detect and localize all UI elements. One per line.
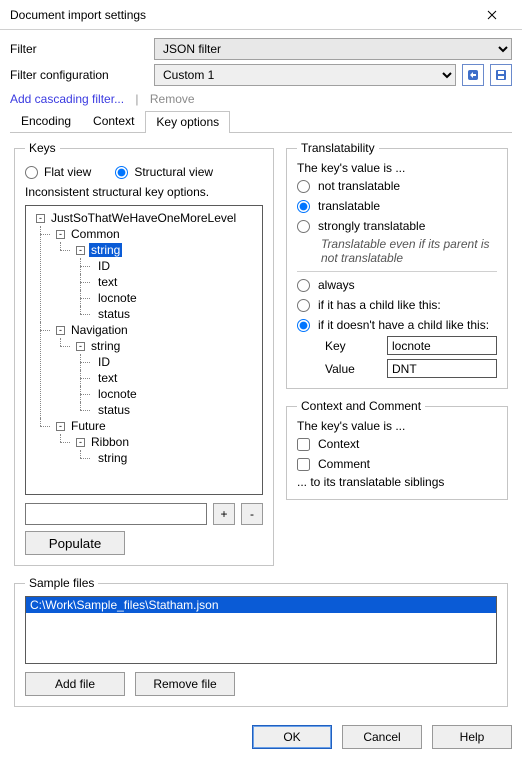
child-key-input[interactable]	[387, 336, 497, 355]
tree-leaf[interactable]: ID	[92, 354, 260, 370]
context-checkbox[interactable]: Context	[297, 437, 497, 451]
tab-key-options[interactable]: Key options	[145, 111, 230, 133]
help-button[interactable]: Help	[432, 725, 512, 749]
translatability-legend: Translatability	[297, 141, 379, 155]
apply-config-icon[interactable]	[462, 64, 484, 86]
filter-config-select[interactable]: Custom 1	[154, 64, 456, 86]
collapse-icon[interactable]: -	[36, 214, 45, 223]
flat-view-radio[interactable]: Flat view	[25, 165, 91, 179]
context-intro: The key's value is ...	[297, 419, 497, 433]
sample-files-legend: Sample files	[25, 576, 98, 590]
keys-tree[interactable]: -JustSoThatWeHaveOneMoreLevel -Common -s…	[25, 205, 263, 495]
sample-files-list[interactable]: C:\Work\Sample_files\Statham.json	[25, 596, 497, 664]
tree-leaf[interactable]: status	[92, 306, 260, 322]
structural-view-radio[interactable]: Structural view	[115, 165, 213, 179]
collapse-icon[interactable]: -	[76, 342, 85, 351]
filter-label: Filter	[10, 42, 148, 56]
save-config-icon[interactable]	[490, 64, 512, 86]
tree-node[interactable]: -JustSoThatWeHaveOneMoreLevel -Common -s…	[32, 210, 260, 466]
tree-node[interactable]: -Future -Ribbon string	[52, 418, 260, 466]
populate-button[interactable]: Populate	[25, 531, 125, 555]
link-separator: |	[135, 92, 138, 106]
translatability-intro: The key's value is ...	[297, 161, 497, 175]
tree-leaf[interactable]: ID	[92, 258, 260, 274]
add-key-button[interactable]: +	[213, 503, 235, 525]
strongly-translatable-radio[interactable]: strongly translatable	[297, 219, 497, 233]
collapse-icon[interactable]: -	[56, 422, 65, 431]
child-key-label: Key	[325, 339, 377, 353]
filter-select[interactable]: JSON filter	[154, 38, 512, 60]
tree-leaf[interactable]: string	[92, 450, 260, 466]
cancel-button[interactable]: Cancel	[342, 725, 422, 749]
tree-node[interactable]: -Navigation -string ID text locnote	[52, 322, 260, 418]
tree-leaf[interactable]: text	[92, 274, 260, 290]
tree-leaf[interactable]: locnote	[92, 386, 260, 402]
has-child-radio[interactable]: if it has a child like this:	[297, 298, 497, 312]
tree-node[interactable]: -string ID text locnote status	[72, 242, 260, 322]
close-icon[interactable]	[468, 3, 516, 27]
tree-leaf[interactable]: text	[92, 370, 260, 386]
translatable-radio[interactable]: translatable	[297, 199, 497, 213]
remove-key-button[interactable]: -	[241, 503, 263, 525]
tree-node[interactable]: -Ribbon string	[72, 434, 260, 466]
collapse-icon[interactable]: -	[76, 438, 85, 447]
collapse-icon[interactable]: -	[76, 246, 85, 255]
child-value-input[interactable]	[387, 359, 497, 378]
tree-node[interactable]: -Common -string ID text locnote	[52, 226, 260, 322]
key-input[interactable]	[25, 503, 207, 525]
remove-file-button[interactable]: Remove file	[135, 672, 235, 696]
tree-leaf[interactable]: status	[92, 402, 260, 418]
tree-leaf[interactable]: locnote	[92, 290, 260, 306]
sample-file-item[interactable]: C:\Work\Sample_files\Statham.json	[26, 597, 496, 613]
strongly-note: Translatable even if its parent is not t…	[321, 237, 497, 265]
collapse-icon[interactable]: -	[56, 326, 65, 335]
tree-node[interactable]: -string ID text locnote status	[72, 338, 260, 418]
tab-encoding[interactable]: Encoding	[10, 110, 82, 132]
keys-note: Inconsistent structural key options.	[25, 185, 263, 199]
not-translatable-radio[interactable]: not translatable	[297, 179, 497, 193]
context-comment-legend: Context and Comment	[297, 399, 425, 413]
remove-filter-link: Remove	[150, 92, 195, 106]
comment-checkbox[interactable]: Comment	[297, 457, 497, 471]
filter-config-label: Filter configuration	[10, 68, 148, 82]
ok-button[interactable]: OK	[252, 725, 332, 749]
keys-legend: Keys	[25, 141, 60, 155]
window-title: Document import settings	[10, 8, 146, 22]
add-cascading-filter-link[interactable]: Add cascading filter...	[10, 92, 124, 106]
add-file-button[interactable]: Add file	[25, 672, 125, 696]
collapse-icon[interactable]: -	[56, 230, 65, 239]
child-value-label: Value	[325, 362, 377, 376]
always-radio[interactable]: always	[297, 278, 497, 292]
context-note: ... to its translatable siblings	[297, 475, 497, 489]
no-child-radio[interactable]: if it doesn't have a child like this:	[297, 318, 497, 332]
tab-context[interactable]: Context	[82, 110, 145, 132]
